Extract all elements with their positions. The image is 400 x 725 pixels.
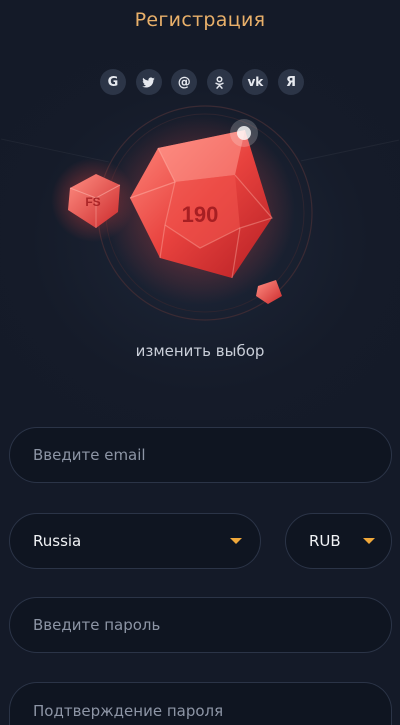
google-icon: G (107, 74, 119, 90)
country-select[interactable]: Russia (9, 513, 261, 569)
mailru-icon: @ (177, 74, 191, 90)
odnoklassniki-icon (215, 75, 224, 89)
page-title: Регистрация (134, 9, 266, 31)
google-login-button[interactable]: G (100, 69, 126, 95)
currency-select[interactable]: RUB (285, 513, 392, 569)
yandex-icon: Я (285, 74, 296, 90)
password-placeholder: Введите пароль (33, 616, 161, 634)
confirm-password-placeholder: Подтверждение пароля (33, 702, 224, 720)
mailru-login-button[interactable]: @ (171, 69, 198, 95)
bonus-selector[interactable]: 190 FS (0, 100, 400, 340)
yandex-login-button[interactable]: Я (277, 69, 304, 95)
bonus-gems-graphic: 190 FS (51, 105, 313, 321)
country-chevron-down-icon (230, 538, 242, 544)
currency-chevron-down-icon (363, 538, 375, 544)
vk-icon: vk (247, 75, 264, 89)
country-value: Russia (33, 532, 82, 550)
odnoklassniki-login-button[interactable] (206, 69, 233, 95)
change-choice-link[interactable]: изменить выбор (0, 342, 400, 360)
currency-value: RUB (309, 532, 341, 550)
email-field[interactable]: Введите email (9, 427, 392, 483)
main-gem-value: 190 (182, 202, 219, 227)
password-field[interactable]: Введите пароль (9, 597, 392, 653)
twitter-icon (142, 76, 155, 87)
twitter-login-button[interactable] (135, 69, 162, 95)
vk-login-button[interactable]: vk (242, 69, 269, 95)
side-gem-label: FS (85, 195, 100, 209)
email-placeholder: Введите email (33, 446, 146, 464)
confirm-password-field[interactable]: Подтверждение пароля (9, 682, 392, 725)
social-login-row: G @ vk Я (100, 69, 304, 95)
